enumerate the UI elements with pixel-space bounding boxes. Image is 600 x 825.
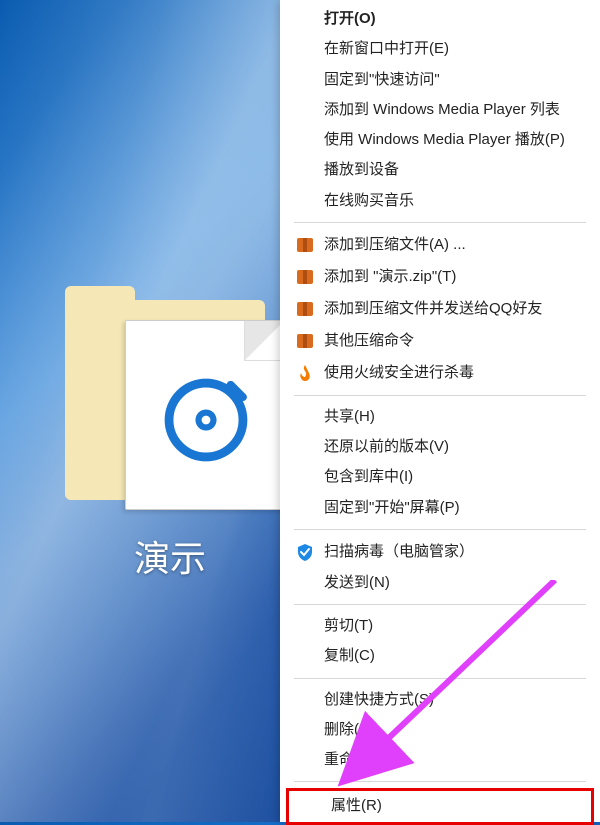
menu-cast-to-device[interactable]: 播放到设备 [280,155,600,185]
folder-label: 演示 [40,530,300,582]
menu-copy[interactable]: 复制(C) [280,641,600,671]
menu-separator [294,395,586,396]
menu-wmp-play[interactable]: 使用 Windows Media Player 播放(P) [280,125,600,155]
menu-huorong-scan[interactable]: 使用火绒安全进行杀毒 [280,357,600,389]
archive-icon [294,298,316,320]
menu-pin-start[interactable]: 固定到"开始"屏幕(P) [280,493,600,523]
menu-archive-send-qq[interactable]: 添加到压缩文件并发送给QQ好友 [280,293,600,325]
menu-properties[interactable]: 属性(R) [289,791,591,821]
archive-icon [294,234,316,256]
menu-rename[interactable]: 重命名(M) [280,745,600,775]
menu-separator [294,222,586,223]
menu-buy-music-online[interactable]: 在线购买音乐 [280,186,600,216]
menu-send-to[interactable]: 发送到(N) [280,568,600,598]
menu-open-new-window[interactable]: 在新窗口中打开(E) [280,34,600,64]
flame-icon [294,362,316,384]
music-doc-icon [162,376,250,464]
archive-icon [294,330,316,352]
menu-separator [294,529,586,530]
menu-scan-virus-qq[interactable]: 扫描病毒（电脑管家） [280,536,600,568]
menu-restore-previous[interactable]: 还原以前的版本(V) [280,432,600,462]
menu-delete[interactable]: 删除(D) [280,715,600,745]
menu-share[interactable]: 共享(H) [280,402,600,432]
menu-include-library[interactable]: 包含到库中(I) [280,462,600,492]
menu-add-to-archive[interactable]: 添加到压缩文件(A) ... [280,229,600,261]
shield-icon [294,541,316,563]
menu-open[interactable]: 打开(O) [280,4,600,34]
archive-icon [294,266,316,288]
menu-separator [294,604,586,605]
menu-create-shortcut[interactable]: 创建快捷方式(S) [280,685,600,715]
folder-item[interactable]: 演示 [40,290,300,582]
menu-pin-quick-access[interactable]: 固定到"快速访问" [280,65,600,95]
menu-separator [294,678,586,679]
menu-add-to-zip[interactable]: 添加到 "演示.zip"(T) [280,261,600,293]
menu-archive-other[interactable]: 其他压缩命令 [280,325,600,357]
annotation-highlight-box: 属性(R) [286,788,594,824]
context-menu: 打开(O) 在新窗口中打开(E) 固定到"快速访问" 添加到 Windows M… [280,0,600,822]
menu-wmp-add-list[interactable]: 添加到 Windows Media Player 列表 [280,95,600,125]
menu-separator [294,781,586,782]
menu-cut[interactable]: 剪切(T) [280,611,600,641]
folder-icon [55,290,285,510]
